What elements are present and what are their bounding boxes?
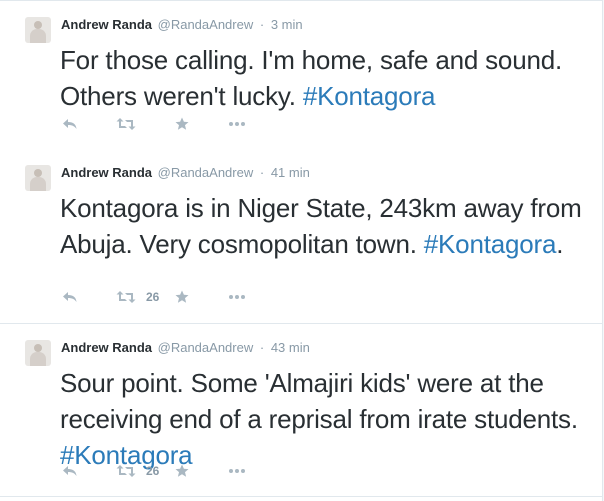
tweet-header: Andrew Randa @RandaAndrew · 3 min: [61, 16, 303, 34]
reply-icon[interactable]: [62, 287, 78, 307]
star-icon[interactable]: [175, 461, 189, 481]
timestamp[interactable]: 41 min: [271, 165, 310, 180]
reply-icon[interactable]: [62, 114, 78, 134]
avatar[interactable]: [25, 17, 51, 43]
tweet-text: For those calling. I'm home, safe and so…: [60, 42, 595, 114]
avatar[interactable]: [25, 340, 51, 366]
user-name[interactable]: Andrew Randa: [61, 17, 152, 32]
tweet-actions: [60, 114, 360, 134]
retweet-icon[interactable]: [116, 461, 136, 481]
tweet-text: Kontagora is in Niger State, 243km away …: [60, 190, 595, 262]
separator: ·: [259, 340, 265, 355]
user-handle[interactable]: @RandaAndrew: [158, 340, 254, 355]
star-icon[interactable]: [175, 287, 189, 307]
hashtag-link[interactable]: #Kontagora: [424, 229, 557, 259]
tweet-header: Andrew Randa @RandaAndrew · 43 min: [61, 339, 310, 357]
more-icon[interactable]: [228, 461, 246, 481]
tweet[interactable]: Andrew Randa @RandaAndrew · 3 min For th…: [0, 0, 602, 150]
user-name[interactable]: Andrew Randa: [61, 340, 152, 355]
tweet-text: Sour point. Some 'Almajiri kids' were at…: [60, 365, 595, 473]
tweet-header: Andrew Randa @RandaAndrew · 41 min: [61, 164, 310, 182]
user-name[interactable]: Andrew Randa: [61, 165, 152, 180]
retweet-icon[interactable]: [116, 287, 136, 307]
tweet[interactable]: Andrew Randa @RandaAndrew · 41 min Konta…: [0, 149, 602, 324]
tweet-body: Sour point. Some 'Almajiri kids' were at…: [60, 368, 578, 434]
retweet-count: 26: [146, 290, 160, 304]
tweet[interactable]: Andrew Randa @RandaAndrew · 43 min Sour …: [0, 324, 602, 497]
tweet-actions: 26: [60, 461, 360, 481]
separator: ·: [259, 165, 265, 180]
tweet-actions: 26: [60, 287, 360, 307]
more-icon[interactable]: [228, 287, 246, 307]
user-handle[interactable]: @RandaAndrew: [158, 17, 254, 32]
retweet-count: 26: [146, 464, 160, 478]
avatar[interactable]: [25, 165, 51, 191]
timestamp[interactable]: 3 min: [271, 17, 303, 32]
user-handle[interactable]: @RandaAndrew: [158, 165, 254, 180]
timeline: Andrew Randa @RandaAndrew · 3 min For th…: [0, 0, 603, 501]
separator: ·: [259, 17, 265, 32]
retweet-icon[interactable]: [116, 114, 136, 134]
star-icon[interactable]: [175, 114, 189, 134]
hashtag-link[interactable]: #Kontagora: [303, 81, 436, 111]
timestamp[interactable]: 43 min: [271, 340, 310, 355]
more-icon[interactable]: [228, 114, 246, 134]
tweet-body-end: .: [556, 229, 564, 259]
reply-icon[interactable]: [62, 461, 78, 481]
